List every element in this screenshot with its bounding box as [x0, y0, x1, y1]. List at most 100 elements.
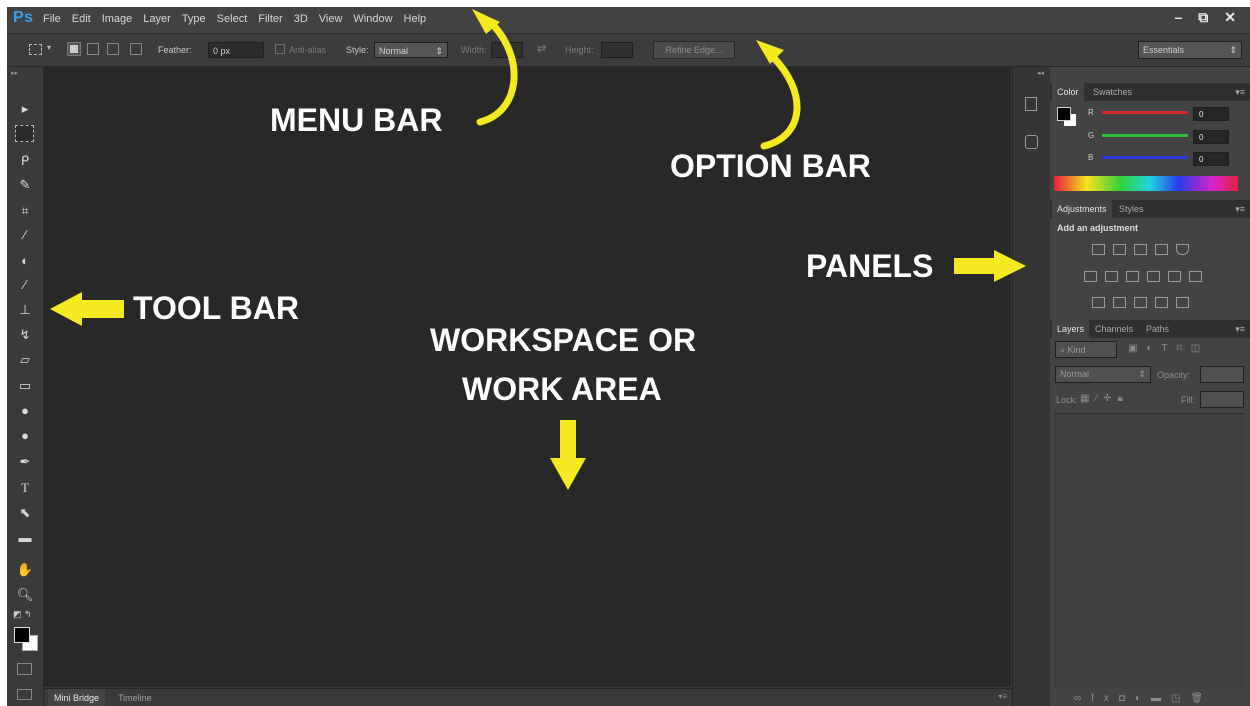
lock-pixels-icon[interactable]: ▦ — [1080, 393, 1095, 404]
menu-type[interactable]: Type — [182, 13, 206, 25]
layer-filter-kind[interactable]: ⌕ Kind — [1055, 341, 1117, 358]
hue-saturation-icon[interactable] — [1084, 271, 1097, 282]
color-spectrum[interactable] — [1054, 176, 1238, 191]
type-tool-icon[interactable]: T — [15, 478, 35, 498]
quick-mask-icon[interactable] — [17, 663, 32, 675]
layers-menu-icon[interactable]: ▾≡ — [1230, 320, 1250, 338]
posterize-icon[interactable] — [1113, 297, 1126, 308]
tab-mini-bridge[interactable]: Mini Bridge — [48, 689, 106, 706]
path-select-tool-icon[interactable]: ⬉ — [15, 503, 35, 523]
menu-image[interactable]: Image — [102, 13, 133, 25]
gradient-map-icon[interactable] — [1176, 297, 1189, 308]
curves-icon[interactable] — [1134, 244, 1147, 255]
tab-swatches[interactable]: Swatches — [1088, 83, 1137, 101]
workspace-switcher[interactable]: Essentials ⇕ — [1138, 41, 1242, 59]
screen-mode-icon[interactable] — [17, 689, 32, 700]
green-value[interactable]: 0 — [1193, 130, 1229, 144]
brightness-icon[interactable] — [1092, 244, 1105, 255]
panel-menu-icon[interactable]: ▾≡ — [998, 692, 1007, 701]
marquee-preset-icon[interactable] — [29, 44, 42, 55]
trash-icon[interactable]: 🗑︎ — [1190, 693, 1213, 704]
color-lookup-icon[interactable] — [1189, 271, 1202, 282]
selective-color-icon[interactable] — [1155, 297, 1168, 308]
gradient-tool-icon[interactable]: ▭ — [15, 376, 35, 396]
collapse-left-icon[interactable]: ◂◂ — [1037, 69, 1044, 77]
brush-tool-icon[interactable]: ⁄ — [15, 275, 35, 295]
menu-help[interactable]: Help — [404, 13, 427, 25]
preset-dropdown-icon[interactable]: ▾ — [47, 43, 51, 52]
tab-layers[interactable]: Layers — [1052, 320, 1090, 338]
subtract-selection-icon[interactable] — [107, 43, 119, 55]
width-input[interactable] — [491, 42, 523, 58]
lock-paint-icon[interactable]: ⁄ — [1095, 393, 1103, 404]
zoom-tool-icon[interactable]: 🔍︎ — [15, 585, 35, 605]
add-selection-icon[interactable] — [87, 43, 99, 55]
color-panel-menu-icon[interactable]: ▾≡ — [1230, 83, 1250, 101]
menu-select[interactable]: Select — [217, 13, 248, 25]
collapse-icon[interactable]: ▸▸ — [11, 69, 18, 77]
layers-list[interactable] — [1054, 413, 1244, 688]
tab-paths[interactable]: Paths — [1141, 320, 1174, 338]
red-slider[interactable] — [1102, 111, 1188, 114]
properties-panel-icon[interactable] — [1025, 135, 1038, 149]
refine-edge-button[interactable]: Refine Edge... — [653, 41, 735, 59]
eraser-tool-icon[interactable]: ▱ — [15, 350, 35, 370]
menu-view[interactable]: View — [319, 13, 343, 25]
move-tool-icon[interactable]: ▸ — [15, 99, 35, 119]
link-layers-icon[interactable]: ∞ — [1074, 693, 1091, 704]
filter-type-icon[interactable]: T — [1162, 343, 1177, 354]
minimize-icon[interactable]: – — [1174, 9, 1182, 26]
color-fg-swatch[interactable] — [1057, 107, 1071, 121]
swap-dimensions-icon[interactable]: ⇄ — [537, 42, 546, 55]
menu-edit[interactable]: Edit — [72, 13, 91, 25]
filter-smart-icon[interactable]: ◫ — [1191, 343, 1209, 354]
lock-all-icon[interactable]: 🔒︎ — [1118, 393, 1129, 404]
hand-tool-icon[interactable]: ✋ — [15, 560, 35, 580]
style-select[interactable]: Normal ⇕ — [374, 42, 448, 58]
threshold-icon[interactable] — [1134, 297, 1147, 308]
blue-slider[interactable] — [1102, 156, 1188, 159]
marquee-tool-icon[interactable] — [15, 125, 34, 142]
history-brush-tool-icon[interactable]: ↯ — [15, 325, 35, 345]
swap-colors-icon[interactable]: ◩ ↰ — [13, 609, 32, 620]
lasso-tool-icon[interactable]: ᑭ — [15, 151, 35, 171]
feather-input[interactable]: 0 px — [208, 42, 264, 58]
quick-select-tool-icon[interactable]: ✎ — [15, 175, 35, 195]
opacity-input[interactable] — [1200, 366, 1244, 383]
menu-filter[interactable]: Filter — [258, 13, 282, 25]
filter-shape-icon[interactable]: ⌑ — [1177, 343, 1191, 354]
vibrance-icon[interactable] — [1176, 244, 1189, 255]
black-white-icon[interactable] — [1126, 271, 1139, 282]
channel-mixer-icon[interactable] — [1168, 271, 1181, 282]
blur-tool-icon[interactable]: ● — [15, 401, 35, 421]
shape-tool-icon[interactable]: ▬ — [15, 528, 35, 548]
menu-window[interactable]: Window — [353, 13, 392, 25]
blend-mode-select[interactable]: Normal ⇕ — [1055, 366, 1151, 383]
lock-position-icon[interactable]: ✛ — [1103, 393, 1117, 404]
close-icon[interactable]: ✕ — [1224, 9, 1236, 26]
invert-icon[interactable] — [1092, 297, 1105, 308]
crop-tool-icon[interactable]: ⌗ — [15, 201, 35, 221]
tab-styles[interactable]: Styles — [1114, 200, 1149, 218]
photo-filter-icon[interactable] — [1147, 271, 1160, 282]
levels-icon[interactable] — [1113, 244, 1126, 255]
tab-channels[interactable]: Channels — [1090, 320, 1138, 338]
filter-adjust-icon[interactable]: ◐ — [1146, 343, 1161, 354]
height-input[interactable] — [601, 42, 633, 58]
filter-pixel-icon[interactable]: ▣ — [1128, 343, 1146, 354]
tab-adjustments[interactable]: Adjustments — [1052, 200, 1112, 218]
dodge-tool-icon[interactable]: ● — [15, 426, 35, 446]
fill-input[interactable] — [1200, 391, 1244, 408]
tab-timeline[interactable]: Timeline — [112, 689, 158, 706]
adjustments-menu-icon[interactable]: ▾≡ — [1230, 200, 1250, 218]
menu-file[interactable]: File — [43, 13, 61, 25]
restore-icon[interactable]: ⧉ — [1198, 9, 1208, 26]
exposure-icon[interactable] — [1155, 244, 1168, 255]
stamp-tool-icon[interactable]: ⊥ — [15, 300, 35, 320]
foreground-color-swatch[interactable] — [14, 627, 30, 643]
menu-3d[interactable]: 3D — [294, 13, 308, 25]
intersect-selection-icon[interactable] — [130, 43, 142, 55]
green-slider[interactable] — [1102, 134, 1188, 137]
fx-icon[interactable]: fx — [1091, 693, 1119, 704]
new-group-icon[interactable]: ▬ — [1151, 693, 1171, 704]
